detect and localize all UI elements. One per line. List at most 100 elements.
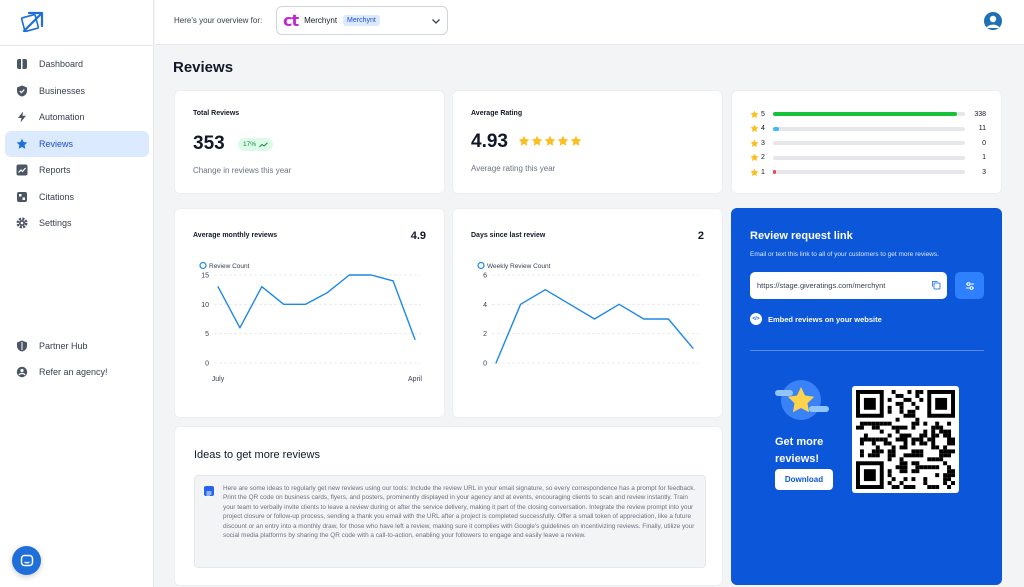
sidebar-item-label: Refer an agency! — [39, 367, 108, 377]
rating-bar-track — [773, 141, 965, 145]
business-tag: Merchynt — [343, 15, 380, 26]
star-icon — [544, 135, 556, 146]
data-point — [593, 318, 596, 320]
data-point — [348, 274, 350, 276]
star-icon — [750, 153, 759, 162]
download-button[interactable]: Download — [775, 469, 833, 490]
x-tick-label: April — [408, 376, 422, 383]
total-reviews-value: 353 — [193, 133, 225, 154]
data-point — [643, 318, 645, 320]
data-point — [667, 318, 669, 320]
get-more-reviews-text: Get more reviews! — [775, 436, 824, 465]
top-header: Here's your overview for: ct Merchynt Me… — [155, 0, 1024, 45]
rating-bar-track — [773, 112, 965, 116]
y-tick-label: 4 — [483, 302, 487, 309]
sidebar-item-reports[interactable]: Reports — [5, 157, 149, 183]
qr-code-icon — [856, 390, 955, 489]
app-logo-icon[interactable] — [20, 9, 46, 35]
average-rating-caption: Average rating this year — [471, 164, 556, 173]
sidebar-item-citations[interactable]: Citations — [5, 184, 149, 210]
rating-row: 21 — [750, 153, 986, 163]
code-icon: </> — [750, 313, 762, 325]
weekly-chart-title: Days since last review — [471, 232, 546, 239]
data-point — [569, 303, 571, 305]
weekly-chart-card: Days since last review 2 Weekly Review C… — [452, 208, 723, 418]
rating-stars-label: 2 — [761, 154, 765, 161]
series-line — [217, 274, 416, 340]
legend-marker — [199, 261, 207, 270]
series-line — [495, 289, 694, 364]
refer-icon — [15, 366, 28, 379]
chevron-down-icon — [432, 19, 440, 24]
rating-breakdown-card: 5 338 4 11 3 0 2 1 1 3 — [731, 90, 1002, 194]
monthly-line-chart: Review Count15 10 5 0 July April — [199, 261, 422, 383]
dashboard-icon — [15, 58, 28, 71]
business-select[interactable]: ct Merchynt Merchynt — [276, 6, 448, 35]
trend-icon — [15, 164, 28, 177]
qr-code — [852, 386, 959, 493]
total-reviews-card: Total Reviews 353 17% Change in reviews … — [174, 90, 445, 194]
star-badge-illustration-icon — [775, 380, 829, 420]
average-rating-card: Average Rating 4.93 Average rating this … — [452, 90, 723, 194]
sidebar-item-businesses[interactable]: Businesses — [5, 78, 149, 104]
trend-up-icon — [259, 141, 268, 147]
review-request-title: Review request link — [750, 230, 853, 242]
y-tick-label: 15 — [201, 273, 209, 280]
sidebar-item-refer[interactable]: Refer an agency! — [5, 359, 149, 385]
rating-bar-track — [773, 126, 965, 131]
review-link-field[interactable]: https://stage.giveratings.com/merchynt — [750, 272, 947, 299]
review-link-value: https://stage.giveratings.com/merchynt — [757, 281, 886, 290]
sidebar-item-dashboard[interactable]: Dashboard — [5, 51, 149, 77]
business-logo: ct — [283, 10, 299, 30]
data-point — [392, 280, 394, 282]
embed-reviews-link[interactable]: </> Embed reviews on your website — [750, 313, 882, 325]
avatar[interactable] — [984, 12, 1002, 30]
monthly-chart-value: 4.9 — [410, 230, 426, 242]
rating-stars-label: 1 — [761, 168, 765, 176]
rating-stars-label: 4 — [761, 125, 765, 132]
sidebar-divider — [0, 45, 154, 46]
rating-bar-fill — [773, 112, 958, 116]
copy-icon[interactable] — [931, 280, 941, 290]
bolt-icon — [15, 111, 28, 124]
change-badge: 17% — [238, 138, 274, 151]
sidebar-item-label: Reviews — [39, 139, 74, 149]
star-icon — [531, 135, 543, 146]
rating-count: 11 — [978, 125, 986, 132]
chat-button[interactable] — [12, 546, 41, 575]
sidebar-item-settings[interactable]: Settings — [5, 210, 149, 236]
document-icon — [204, 486, 214, 497]
sliders-icon — [965, 281, 974, 290]
citations-icon — [15, 191, 28, 204]
star-icon — [750, 110, 759, 118]
gear-icon — [15, 217, 28, 230]
ideas-card: Ideas to get more reviews Here are some … — [174, 426, 723, 586]
y-tick-label: 0 — [205, 361, 209, 368]
rating-count: 338 — [974, 110, 986, 118]
y-tick-label: 5 — [205, 331, 209, 338]
review-request-divider — [750, 350, 984, 351]
link-settings-button[interactable] — [955, 272, 984, 299]
sidebar-item-label: Partner Hub — [39, 341, 88, 351]
star-icon — [750, 139, 759, 147]
sidebar-item-reviews[interactable]: Reviews — [5, 131, 149, 157]
sidebar-item-label: Settings — [39, 218, 72, 228]
y-tick-label: 0 — [483, 361, 487, 368]
star-icon — [15, 138, 28, 151]
y-tick-label: 6 — [483, 273, 487, 280]
data-point — [326, 292, 329, 294]
data-point — [239, 327, 241, 329]
rating-row: 4 11 — [750, 124, 986, 134]
sidebar-item-partner-hub[interactable]: Partner Hub — [5, 333, 149, 359]
weekly-chart-value: 2 — [697, 230, 704, 242]
data-point — [692, 347, 694, 349]
rating-count: 0 — [982, 139, 986, 147]
rating-row: 30 — [750, 138, 986, 148]
review-request-description: Email or text this link to all of your c… — [750, 251, 939, 258]
sidebar-item-automation[interactable]: Automation — [5, 104, 149, 130]
star-icon — [750, 124, 759, 133]
monthly-chart-title: Average monthly reviews — [193, 232, 278, 239]
rating-stars-label: 3 — [761, 139, 765, 147]
data-point — [495, 362, 497, 364]
average-rating-value: 4.93 — [471, 131, 508, 152]
